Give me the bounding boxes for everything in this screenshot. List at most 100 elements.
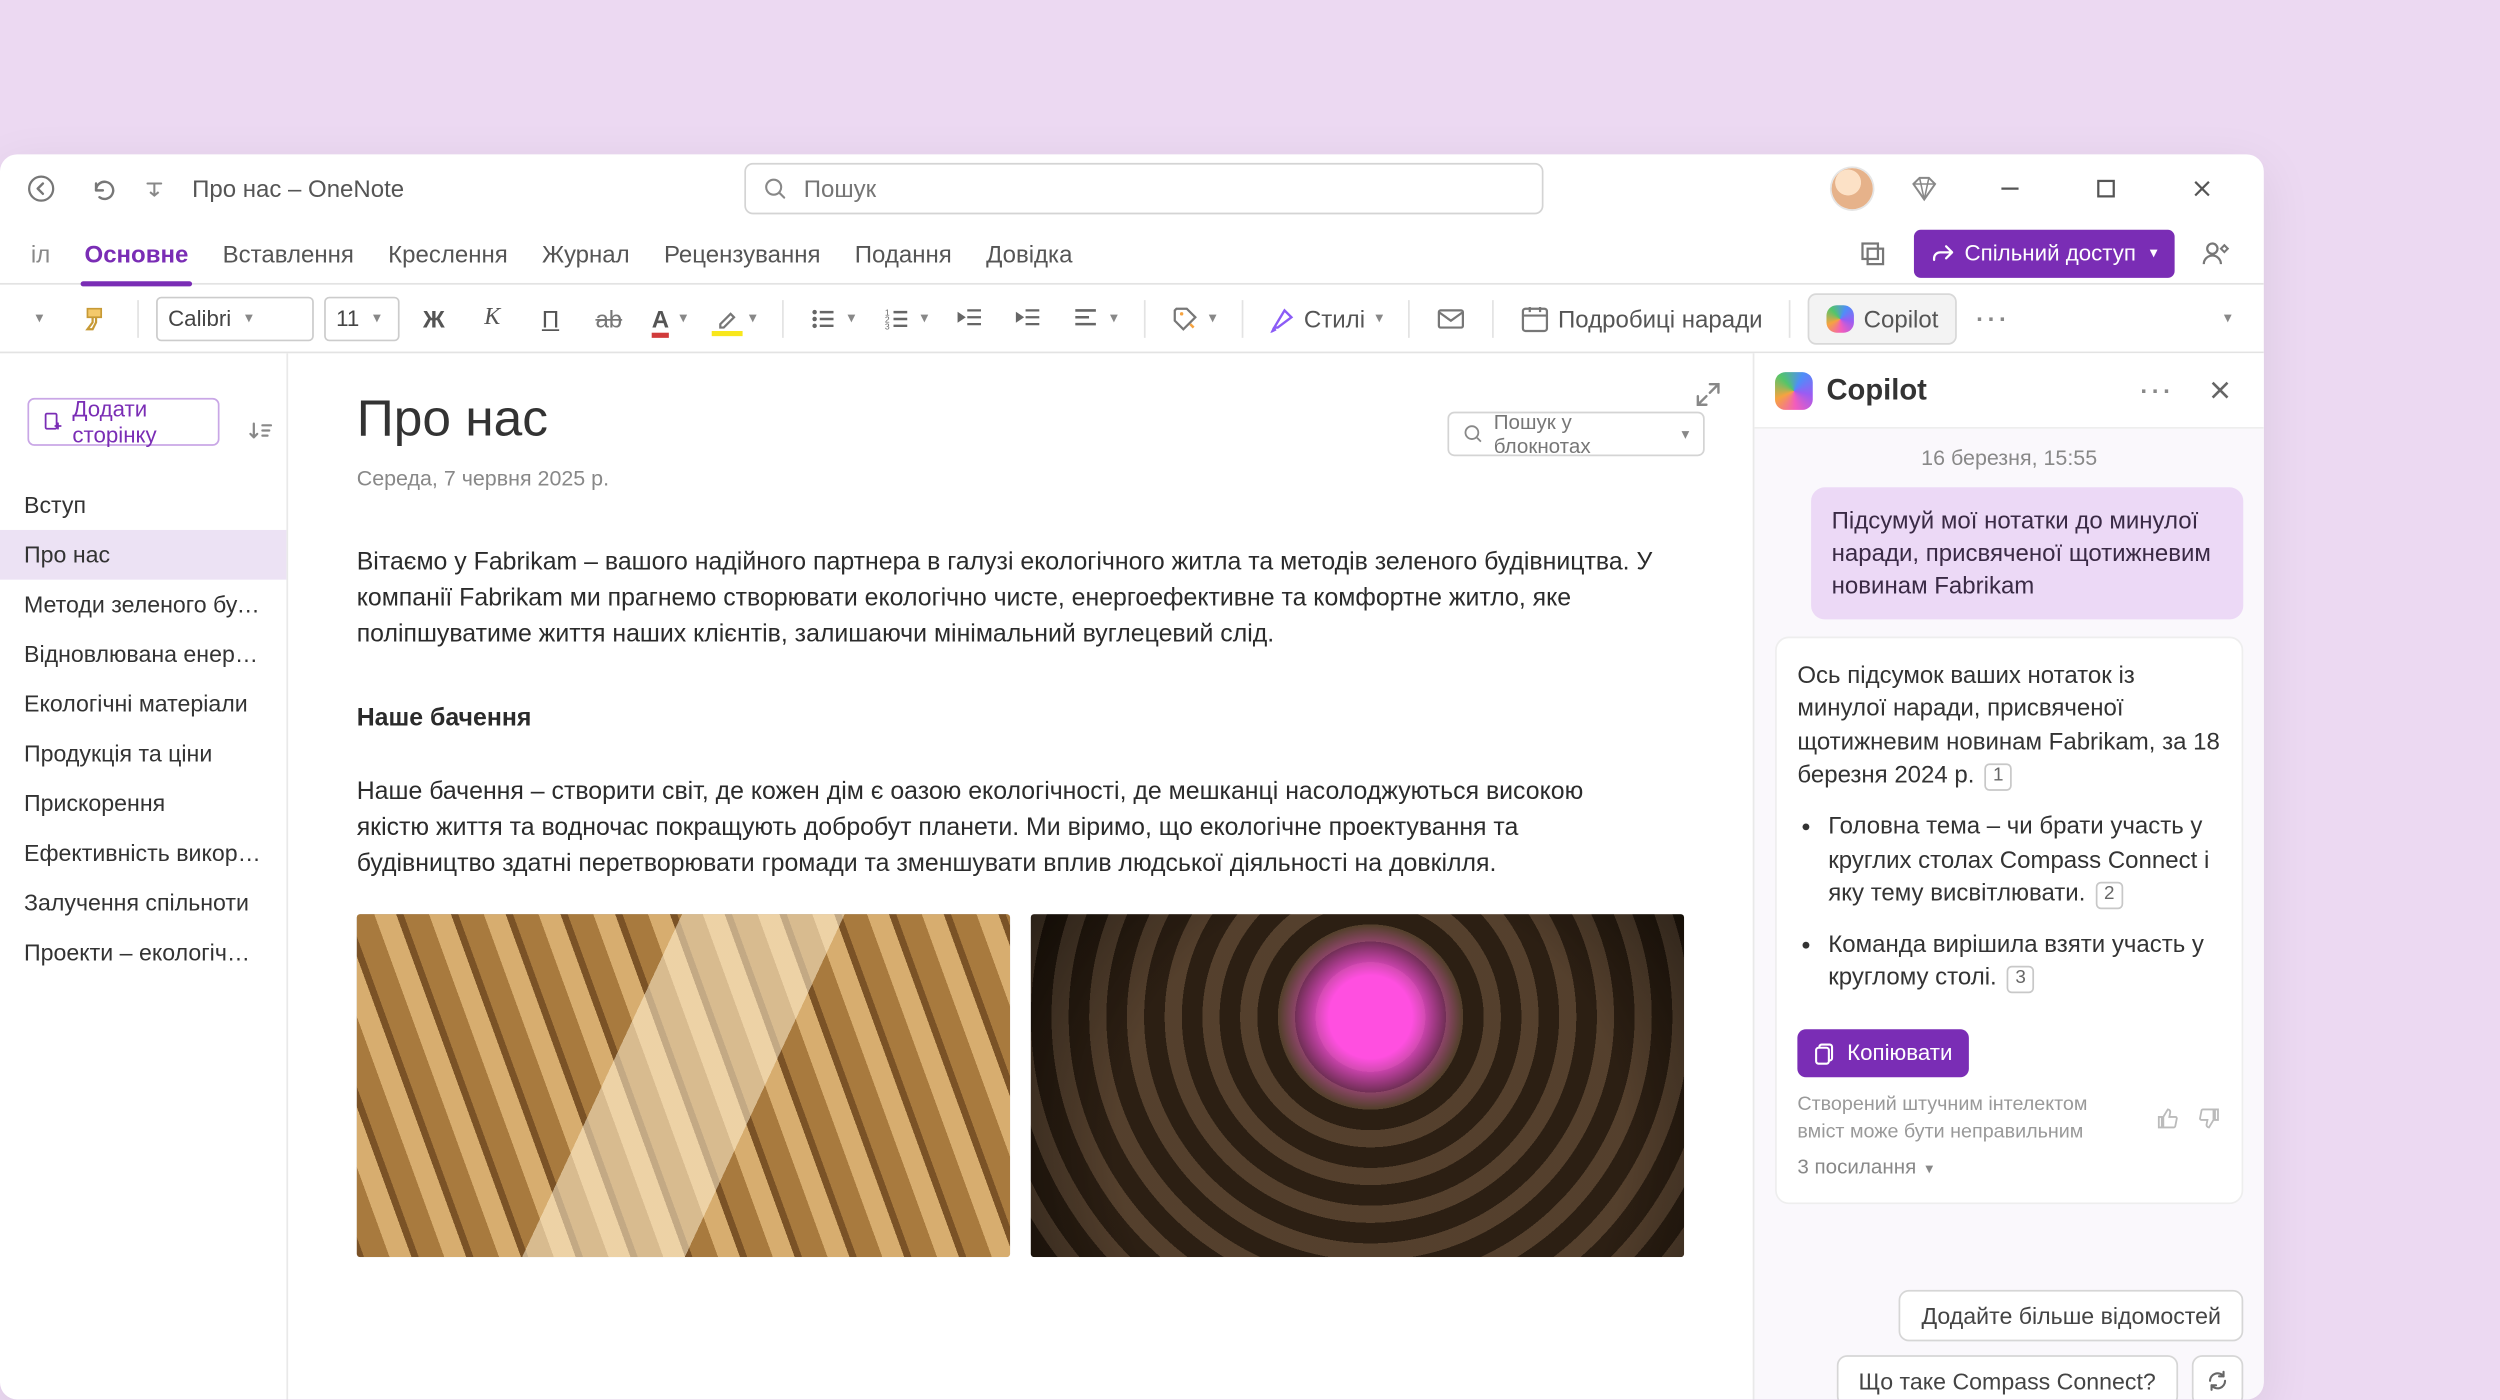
copilot-body: 16 березня, 15:55 Підсумуй мої нотатки д… [1754,429,2263,1400]
ai-disclaimer: Створений штучним інтелектом вміст може … [1797,1091,2138,1146]
calendar-icon [1520,303,1551,334]
thumbs-up-icon[interactable] [2156,1106,2180,1130]
chevron-down-icon: ▾ [1110,309,1118,328]
tab-review[interactable]: Рецензування [647,222,838,284]
tab-draw[interactable]: Креслення [371,222,525,284]
nav-item[interactable]: Методи зеленого будів… [0,580,286,630]
meeting-details-label: Подробиці наради [1558,304,1762,331]
references-toggle[interactable]: 3 посилання ▾ [1797,1153,2221,1182]
italic-button[interactable]: К [468,294,516,342]
nav-item[interactable]: Прискорення [0,779,286,829]
mail-icon[interactable] [1428,294,1476,342]
svg-text:3: 3 [884,320,889,330]
fullscreen-icon[interactable] [1694,381,1721,408]
minimize-button[interactable] [1976,165,2045,213]
styles-button[interactable]: Стилі▾ [1261,294,1392,342]
page-canvas[interactable]: Про нас Середа, 7 червня 2025 р. Вітаємо… [288,353,1753,1399]
share-button[interactable]: Спільний доступ ▾ [1913,229,2175,277]
sort-pages-icon[interactable] [248,415,273,446]
copilot-icon [1826,304,1853,331]
assistant-bullet: Команда вирішила взяти участь у круглому… [1828,928,2221,995]
indent-button[interactable] [1005,294,1053,342]
qat-customize-icon[interactable] [141,165,168,213]
close-icon[interactable] [2195,366,2243,414]
nav-item[interactable]: Залучення спільноти [0,878,286,928]
image-wood-structure[interactable] [357,914,1010,1257]
refresh-suggestions-icon[interactable] [2192,1355,2243,1400]
styles-label: Стилі [1304,304,1365,331]
tab-help[interactable]: Довідка [969,222,1090,284]
chevron-down-icon: ▾ [1925,1160,1933,1177]
bold-button[interactable]: Ж [410,294,458,342]
nav-item[interactable]: Продукція та ціни [0,729,286,779]
reference-badge[interactable]: 1 [1984,763,2011,790]
ribbon-collapse-icon[interactable]: ▾ [2202,294,2250,342]
outdent-button[interactable] [947,294,995,342]
font-color-button[interactable]: А▾ [643,294,696,342]
chevron-down-icon: ▾ [2150,244,2158,263]
copy-button[interactable]: Копіювати [1797,1029,1969,1077]
search-input[interactable] [804,175,1524,202]
nav-item[interactable]: Вступ [0,480,286,530]
chevron-down-icon: ▾ [679,309,687,328]
highlight-button[interactable]: ▾ [706,294,765,342]
strikethrough-button[interactable]: ab [585,294,633,342]
vision-heading[interactable]: Наше бачення [357,702,1660,738]
titlebar-left: Про нас – OneNote [17,165,404,213]
copilot-suggestions: Додайте більше відомостей Що таке Compas… [1775,1221,2243,1399]
diamond-icon[interactable] [1900,165,1948,213]
numbering-button[interactable]: 123▾ [874,294,937,342]
tab-home[interactable]: Основне [67,222,205,284]
search-box[interactable] [744,163,1543,214]
more-icon[interactable]: ··· [2133,366,2181,414]
ribbon-tabs: іл Основне Вставлення Креслення Журнал Р… [0,223,2264,285]
meeting-details-button[interactable]: Подробиці наради [1512,294,1771,342]
nav-item[interactable]: Про нас [0,530,286,580]
nav-item[interactable]: Відновлювана енергія… [0,629,286,679]
tabs-right: Спільний доступ ▾ [1848,229,2250,277]
tab-history[interactable]: Журнал [525,222,647,284]
reference-badge[interactable]: 2 [2095,881,2122,908]
more-icon[interactable]: ··· [1968,294,2019,342]
align-button[interactable]: ▾ [1064,294,1127,342]
suggestion-chip[interactable]: Додайте більше відомостей [1899,1290,2243,1341]
font-name-select[interactable]: Calibri▾ [156,296,314,341]
copy-icon [1814,1042,1836,1064]
format-painter-icon[interactable] [72,294,120,342]
chevron-down-icon: ▾ [920,309,928,328]
bullets-button[interactable]: ▾ [801,294,864,342]
reference-badge[interactable]: 3 [2007,966,2034,993]
add-page-button[interactable]: Додати сторінку [27,398,220,446]
page-title[interactable]: Про нас [357,391,1684,449]
chevron-down-icon: ▾ [1209,309,1217,328]
nav-item[interactable]: Ефективність використ… [0,828,286,878]
vision-paragraph[interactable]: Наше бачення – створити світ, де кожен д… [357,775,1660,883]
copilot-icon [1775,371,1813,409]
undo-icon[interactable] [79,165,127,213]
tab-file-truncated[interactable]: іл [14,222,68,284]
copilot-ribbon-button[interactable]: Copilot [1807,292,1957,343]
underline-button[interactable]: П [527,294,575,342]
collab-icon[interactable] [2192,229,2240,277]
close-button[interactable] [2168,165,2237,213]
user-message: Підсумуй мої нотатки до минулої наради, … [1811,487,2243,618]
tag-button[interactable]: ▾ [1162,294,1225,342]
tab-view[interactable]: Подання [838,222,969,284]
back-icon[interactable] [17,165,65,213]
avatar[interactable] [1832,168,1873,209]
font-size-select[interactable]: 11▾ [324,296,399,341]
page-intro[interactable]: Вітаємо у Fabrikam – вашого надійного па… [357,545,1660,653]
open-in-app-icon[interactable] [1848,229,1896,277]
maximize-button[interactable] [2072,165,2141,213]
paste-drop-icon[interactable]: ▾ [14,294,62,342]
titlebar-right [1832,165,2247,213]
image-dome-atrium[interactable] [1031,914,1684,1257]
suggestion-chip[interactable]: Що таке Compass Connect? [1836,1355,2178,1400]
references-label: 3 посилання [1797,1155,1916,1179]
nav-item[interactable]: Проекти – екологічний … [0,928,286,978]
share-icon [1930,241,1954,265]
tab-insert[interactable]: Вставлення [206,222,371,284]
thumbs-down-icon[interactable] [2197,1106,2221,1130]
search-icon [763,177,787,201]
nav-item[interactable]: Екологічні матеріали [0,679,286,729]
